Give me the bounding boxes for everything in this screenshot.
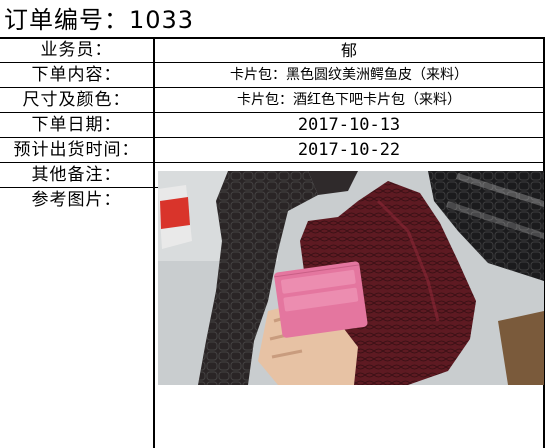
content-row: 下单内容： 卡片包：黑色圆纹美洲鳄鱼皮（来料）: [0, 63, 545, 88]
size-color-label: 尺寸及颜色：: [0, 88, 155, 112]
ship-date-label: 预计出货时间：: [0, 138, 155, 162]
reference-label: 参考图片：: [0, 188, 155, 448]
order-date-label: 下单日期：: [0, 113, 155, 137]
order-date-value: 2017-10-13: [297, 115, 401, 135]
content-value: 卡片包：黑色圆纹美洲鳄鱼皮（来料）: [230, 67, 468, 83]
salesperson-row: 业务员： 郁: [0, 39, 545, 63]
content-label: 下单内容：: [0, 63, 155, 87]
salesperson-value: 郁: [340, 41, 357, 60]
salesperson-label: 业务员：: [0, 39, 155, 62]
notes-label: 其他备注：: [0, 163, 155, 187]
ship-date-value: 2017-10-22: [297, 140, 401, 160]
order-number-title: 订单编号：1033: [4, 6, 195, 34]
reference-photo: [158, 171, 544, 385]
order-date-row: 下单日期： 2017-10-13: [0, 113, 545, 138]
size-color-row: 尺寸及颜色： 卡片包：酒红色下吧卡片包（来料）: [0, 88, 545, 113]
ship-date-row: 预计出货时间： 2017-10-22: [0, 138, 545, 163]
size-color-value: 卡片包：酒红色下吧卡片包（来料）: [237, 92, 461, 108]
